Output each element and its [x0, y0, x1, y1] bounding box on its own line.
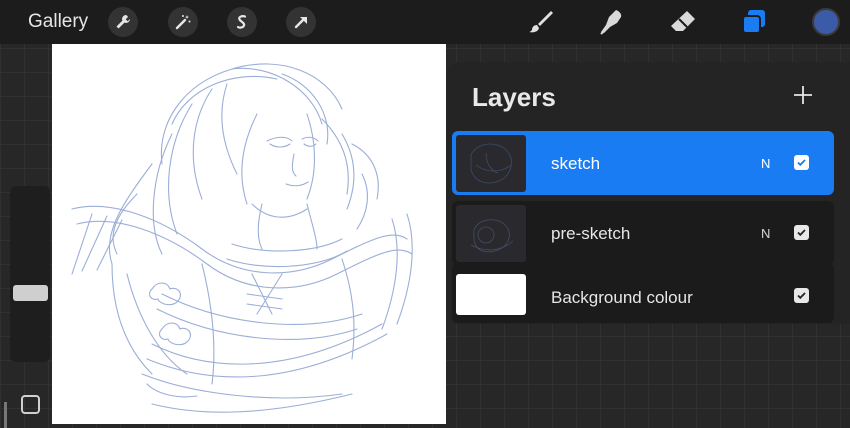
sidebar-edge: [4, 402, 7, 428]
sketch-artwork: [71, 63, 413, 413]
layers-icon[interactable]: [738, 6, 770, 38]
transform-arrow-icon[interactable]: [286, 7, 316, 37]
layer-row-background[interactable]: Background colour: [452, 263, 834, 323]
layer-row-sketch[interactable]: sketch N: [452, 131, 834, 195]
blend-mode-button[interactable]: N: [761, 156, 770, 171]
eraser-icon[interactable]: [667, 6, 699, 38]
brush-icon[interactable]: [525, 6, 557, 38]
smudge-icon[interactable]: [596, 6, 628, 38]
wrench-icon[interactable]: [108, 7, 138, 37]
layers-panel-title: Layers: [472, 82, 556, 112]
drawing-canvas[interactable]: [52, 44, 446, 424]
color-swatch[interactable]: [812, 8, 840, 36]
layer-row-pre-sketch[interactable]: pre-sketch N: [452, 201, 834, 265]
layer-thumbnail[interactable]: [456, 135, 526, 192]
visibility-checkbox[interactable]: [794, 288, 809, 303]
selection-icon[interactable]: [227, 7, 257, 37]
modify-button[interactable]: [21, 395, 40, 414]
plus-icon[interactable]: [790, 82, 816, 108]
layer-name: Background colour: [551, 288, 693, 307]
visibility-checkbox[interactable]: [794, 155, 809, 170]
layer-name: pre-sketch: [551, 224, 631, 243]
blend-mode-button[interactable]: N: [761, 226, 770, 241]
layers-panel: Layers sketch N pre-sketch N Background …: [446, 62, 850, 324]
layer-thumbnail[interactable]: [456, 205, 526, 262]
layer-name: sketch: [551, 154, 601, 173]
gallery-button[interactable]: Gallery: [28, 11, 88, 33]
top-toolbar: Gallery: [0, 0, 850, 44]
slider-handle[interactable]: [13, 285, 48, 301]
visibility-checkbox[interactable]: [794, 225, 809, 240]
layer-thumbnail[interactable]: [456, 274, 526, 315]
magic-wand-icon[interactable]: [168, 7, 198, 37]
brush-size-slider[interactable]: [10, 186, 50, 362]
